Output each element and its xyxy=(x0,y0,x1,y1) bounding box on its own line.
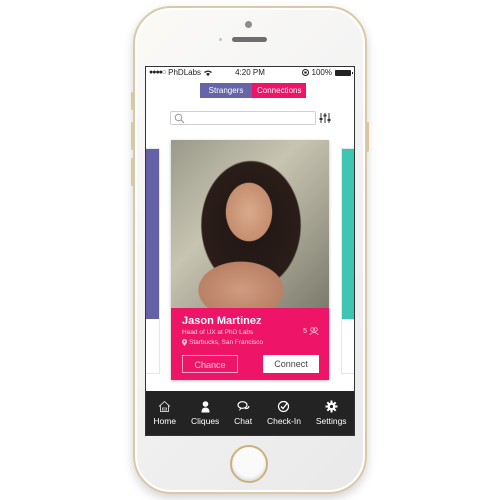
mutual-count: 5 xyxy=(303,327,319,335)
profile-location: Starbucks, San Francisco xyxy=(182,339,263,346)
battery-percent: 100% xyxy=(311,68,332,77)
connect-button[interactable]: Connect xyxy=(263,355,319,373)
gear-icon xyxy=(325,400,338,413)
rotation-lock-icon xyxy=(301,69,309,76)
location-pin-icon xyxy=(182,339,187,346)
tab-chat-label: Chat xyxy=(234,416,253,426)
chance-button[interactable]: Chance xyxy=(182,355,238,373)
volume-down-button xyxy=(131,158,134,186)
mute-switch xyxy=(131,92,134,110)
app-screen: ●●●●○ PhDLabs 4:20 PM 100% Strangers Con… xyxy=(145,66,355,436)
tab-bar: Home Cliques Chat Check-In Settings xyxy=(146,391,354,435)
profile-name: Jason Martinez xyxy=(182,315,262,327)
tab-check-in-label: Check-In xyxy=(266,416,301,426)
tab-cliques-label: Cliques xyxy=(190,416,220,426)
tab-settings-label: Settings xyxy=(315,416,347,426)
person-icon xyxy=(201,401,210,413)
profile-photo xyxy=(171,140,329,308)
tab-connections[interactable]: Connections xyxy=(252,83,306,98)
home-button[interactable] xyxy=(230,445,268,483)
tab-check-in[interactable]: Check-In xyxy=(267,400,301,426)
earpiece-speaker xyxy=(232,37,267,42)
previous-card[interactable] xyxy=(146,148,160,374)
search-icon xyxy=(174,113,185,124)
tab-home[interactable]: Home xyxy=(153,400,176,426)
volume-up-button xyxy=(131,122,134,150)
group-icon xyxy=(309,327,319,335)
tab-settings[interactable]: Settings xyxy=(316,400,347,426)
profile-card[interactable]: Jason Martinez Head of UX at PhD Labs St… xyxy=(171,140,329,380)
search-input[interactable] xyxy=(170,111,316,125)
segmented-control: Strangers Connections xyxy=(200,83,306,98)
next-card[interactable] xyxy=(341,148,354,374)
tab-chat[interactable]: Chat xyxy=(234,400,252,426)
tab-strangers[interactable]: Strangers xyxy=(200,83,252,98)
profile-title: Head of UX at PhD Labs xyxy=(182,329,254,336)
power-button xyxy=(366,122,369,152)
home-icon xyxy=(158,400,171,412)
status-bar: ●●●●○ PhDLabs 4:20 PM 100% xyxy=(146,67,354,79)
chat-icon xyxy=(237,401,250,411)
filter-sliders-icon[interactable] xyxy=(319,112,331,124)
tab-cliques[interactable]: Cliques xyxy=(191,400,219,426)
check-circle-icon xyxy=(278,400,290,413)
tab-home-label: Home xyxy=(153,416,177,426)
location-text: Starbucks, San Francisco xyxy=(189,339,264,346)
front-camera xyxy=(245,21,252,28)
proximity-sensor xyxy=(219,38,222,41)
mutual-count-value: 5 xyxy=(303,327,307,335)
battery-icon xyxy=(335,69,353,76)
